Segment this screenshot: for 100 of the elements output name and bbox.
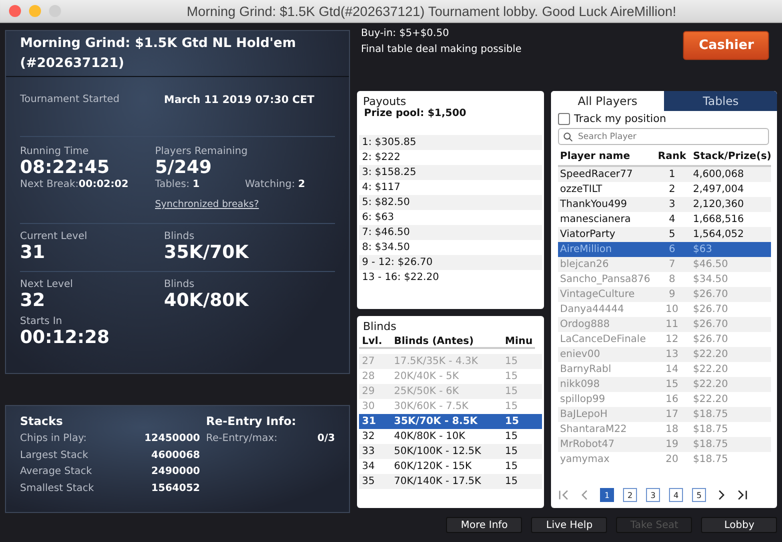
player-row[interactable]: blejcan26 7 $46.50 — [558, 257, 772, 272]
search-icon — [563, 132, 573, 142]
field-label: Players Remaining — [155, 146, 248, 157]
buy-in-text: Buy-in: $5+$0.50 — [361, 27, 450, 41]
field-value: 35K/70K — [164, 242, 249, 264]
player-row[interactable]: BarnyRabl 14 $22.20 — [558, 362, 772, 377]
footer-button[interactable]: Live Help — [531, 517, 608, 533]
blinds-row[interactable]: 33 50K/100K - 12.5K 15 — [359, 444, 542, 459]
blinds-row[interactable]: 34 60K/120K - 15K 15 — [359, 459, 542, 474]
field-value: 5/249 — [155, 157, 212, 179]
player-row[interactable]: SpeedRacer77 1 4,600,068 — [558, 167, 772, 182]
page-button[interactable]: 5 — [692, 488, 706, 502]
field-label: Next Break: — [20, 179, 79, 190]
payout-row: 5: $82.50 — [359, 195, 542, 210]
column-header: Rank — [656, 151, 688, 162]
field-label: Largest Stack — [20, 448, 88, 462]
player-row[interactable]: spillop99 16 $22.20 — [558, 392, 772, 407]
field-label: Running Time — [20, 146, 89, 157]
field-value: 2490000 — [151, 465, 200, 479]
field-label: Chips in Play: — [20, 432, 87, 446]
field-label: Smallest Stack — [20, 482, 94, 496]
column-header: Stack/Prize(s) — [692, 151, 772, 162]
field-label: Starts In — [20, 316, 62, 327]
card-title: Blinds — [362, 320, 398, 333]
column-header: Blinds (Antes) — [394, 336, 475, 347]
field-label: Current Level — [20, 231, 88, 242]
payout-row: 3: $158.25 — [359, 165, 542, 180]
page-button[interactable]: 4 — [669, 488, 683, 502]
last-page-icon[interactable] — [736, 489, 748, 501]
field-value: 0/3 — [317, 432, 335, 446]
player-row[interactable]: LaCanceDeFinale 12 $26.70 — [558, 332, 772, 347]
blinds-row[interactable]: 35 70K/140K - 17.5K 15 — [359, 474, 542, 489]
field-label: Watching: — [245, 179, 295, 190]
player-row[interactable]: ViatorParty 5 1,564,052 — [558, 227, 772, 242]
field-label: Average Stack — [20, 465, 92, 479]
player-row[interactable]: ozzeTILT 2 2,497,004 — [558, 182, 772, 197]
payout-row-text: 4: $117 — [361, 181, 402, 195]
cashier-button[interactable]: Cashier — [683, 31, 770, 60]
field-label: Re-Entry/max: — [206, 432, 278, 446]
payout-row-text: 8: $34.50 — [361, 241, 411, 255]
field-label: Tournament Started — [20, 94, 121, 105]
player-row[interactable]: AireMillion 6 $63 — [558, 242, 772, 257]
synchronized-breaks-link[interactable]: Synchronized breaks? — [155, 199, 259, 210]
player-row[interactable]: VintageCulture 9 $26.70 — [558, 287, 772, 302]
payout-row: 9 - 12: $26.70 — [359, 255, 542, 270]
field-value: 32 — [20, 290, 46, 312]
column-header: Lvl. — [361, 336, 384, 347]
first-page-icon[interactable] — [558, 489, 570, 501]
player-row[interactable]: yamymax 20 $18.75 — [558, 452, 772, 467]
field-value: 1 — [192, 179, 200, 190]
field-value: 31 — [20, 242, 46, 264]
player-row[interactable]: eniev00 13 $22.20 — [558, 347, 772, 362]
section-title: Stacks — [20, 414, 64, 428]
field-value: 00:02:02 — [78, 179, 128, 190]
field-label: Blinds — [164, 231, 194, 242]
blinds-row[interactable]: 31 35K/70K - 8.5K 15 — [359, 414, 542, 429]
player-row[interactable]: Ordog888 11 $26.70 — [558, 317, 772, 332]
column-header: Minu — [505, 336, 534, 347]
player-row[interactable]: Danya44444 10 $26.70 — [558, 302, 772, 317]
blinds-row[interactable]: 32 40K/80K - 10K 15 — [359, 429, 542, 444]
deal-text: Final table deal making possible — [361, 43, 522, 57]
footer-button[interactable]: More Info — [446, 517, 522, 533]
window-title: Morning Grind: $1.5K Gtd(#202637121) Tournament lobby. Good Luck AireMillion! — [186, 4, 678, 18]
payout-row: 7: $46.50 — [359, 225, 542, 240]
tab[interactable]: Tables — [664, 91, 778, 111]
payout-row-text: 2: $222 — [361, 151, 402, 165]
payout-row: 1: $305.85 — [359, 135, 542, 150]
page-button[interactable]: 1 — [600, 488, 614, 502]
footer-button[interactable]: Lobby — [701, 517, 778, 533]
player-row[interactable]: nikk098 15 $22.20 — [558, 377, 772, 392]
player-row[interactable]: ShantaraM22 18 $18.75 — [558, 422, 772, 437]
tournament-name: Morning Grind: $1.5K Gtd NL Hold'em (#202637121) — [6, 31, 349, 77]
player-row[interactable]: MrRobot47 19 $18.75 — [558, 437, 772, 452]
checkbox-label: Track my position — [574, 113, 666, 125]
field-value: 40K/80K — [164, 290, 249, 312]
checkbox[interactable] — [558, 113, 570, 125]
player-row[interactable]: BaJLepoH 17 $18.75 — [558, 407, 772, 422]
close-icon[interactable] — [9, 5, 21, 17]
page-button[interactable]: 3 — [646, 488, 660, 502]
player-row[interactable]: Sancho_Pansa876 8 $34.50 — [558, 272, 772, 287]
page-button[interactable]: 2 — [623, 488, 637, 502]
field-value: 12450000 — [144, 432, 200, 446]
field-value: 08:22:45 — [20, 157, 110, 179]
field-label: Blinds — [164, 279, 194, 290]
field-label: Tables: — [155, 179, 190, 190]
player-row[interactable]: manescianera 4 1,668,516 — [558, 212, 772, 227]
prize-pool: Prize pool: $1,500 — [363, 108, 468, 119]
field-label: Next Level — [20, 279, 73, 290]
player-row[interactable]: ThankYou499 3 2,120,360 — [558, 197, 772, 212]
section-title: Re-Entry Info: — [206, 414, 298, 428]
field-value: 1564052 — [151, 482, 200, 496]
payout-row-text: 13 - 16: $22.20 — [361, 271, 440, 285]
field-value: 00:12:28 — [20, 327, 110, 349]
payout-row-text: 6: $63 — [361, 211, 395, 225]
column-header: Player name — [559, 151, 631, 162]
field-value: 4600068 — [151, 448, 200, 462]
field-value: March 11 2019 07:30 CET — [164, 94, 314, 106]
card-title: Payouts — [362, 95, 408, 108]
field-value: 2 — [298, 179, 306, 190]
search-field[interactable]: Search Player — [558, 128, 770, 145]
